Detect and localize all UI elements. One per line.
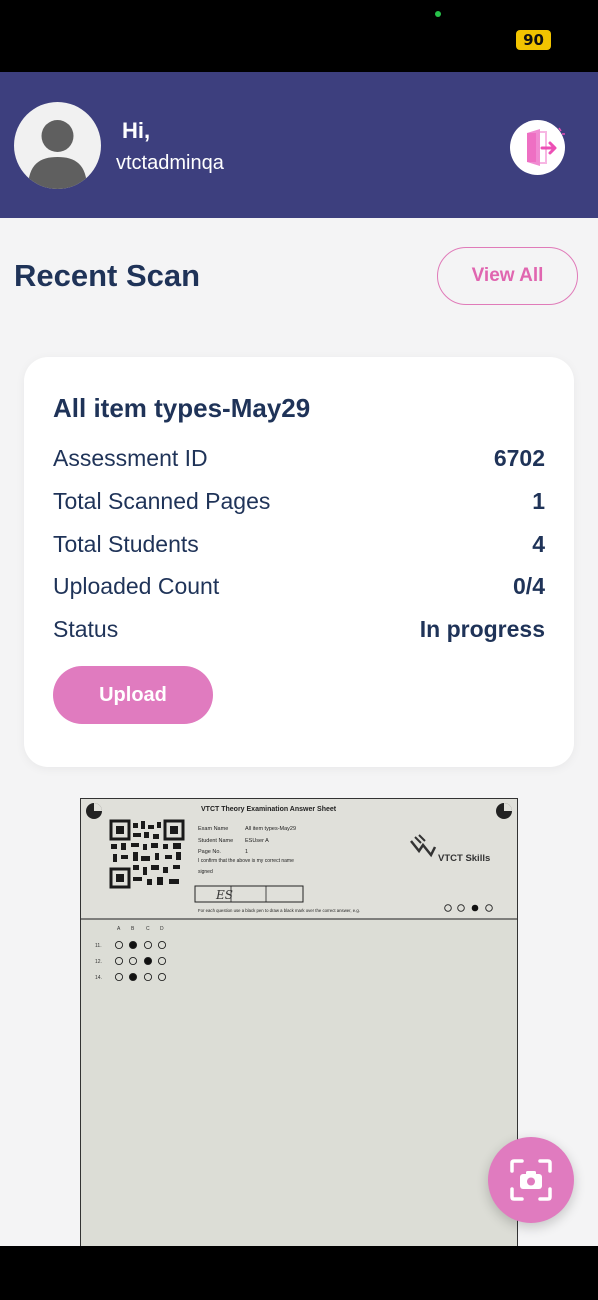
signature: ES (215, 888, 233, 902)
page-no-label: Page No. (198, 849, 221, 855)
app-header: Hi, vtctadminqa (0, 72, 598, 218)
answer-bubble-filled (128, 972, 138, 982)
student-name-label: Student Name (198, 838, 233, 844)
greeting-text: Hi, (122, 118, 151, 143)
qr-code (109, 819, 185, 889)
row-label: Status (53, 616, 119, 642)
row-value: 0/4 (513, 573, 545, 599)
username-text: vtctadminqa (116, 152, 224, 174)
exam-name-value: All item types-May29 (245, 826, 296, 832)
main-content: Recent Scan View All All item types-May2… (0, 218, 598, 1246)
camera-indicator-dot (435, 11, 441, 17)
row-label: Uploaded Count (53, 573, 220, 599)
question-number: 11. (95, 943, 102, 949)
system-navigation-bar (0, 1246, 598, 1300)
row-value: 1 (532, 488, 545, 514)
exam-name-label: Exam Name (198, 826, 228, 832)
option-letter: D (160, 926, 164, 932)
row-assessment-id: Assessment ID 6702 (53, 445, 545, 475)
assessment-title: All item types-May29 (53, 393, 311, 423)
row-value: 6702 (493, 445, 545, 471)
row-value: In progress (419, 616, 545, 642)
confirm-text: I confirm that the above is my correct n… (198, 858, 294, 864)
question-number: 12. (95, 959, 102, 965)
sheet-heading: VTCT Theory Examination Answer Sheet (201, 806, 337, 813)
row-total-students: Total Students 4 (53, 531, 545, 561)
upload-button[interactable]: Upload (53, 666, 213, 724)
status-bar: 90 (0, 0, 598, 72)
option-letter: C (146, 926, 150, 932)
page-no-value: 1 (245, 849, 248, 855)
student-name-value: ESUser A (245, 838, 269, 844)
scanned-answer-sheet-image[interactable]: VTCT Theory Examination Answer Sheet Exa… (80, 798, 518, 1246)
scan-camera-button[interactable] (488, 1137, 574, 1223)
row-label: Total Scanned Pages (53, 488, 271, 514)
question-number: 14. (95, 975, 102, 981)
signed-label: signed (198, 869, 213, 875)
row-status: Status In progress (53, 616, 545, 646)
view-all-button[interactable]: View All (437, 247, 578, 305)
row-value: 4 (532, 531, 545, 557)
camera-scan-icon (510, 1159, 552, 1201)
row-label: Total Students (53, 531, 199, 557)
answer-bubble-filled (128, 940, 138, 950)
scan-summary-card[interactable]: All item types-May29 Assessment ID 6702 … (24, 357, 574, 767)
answer-bubble-filled (143, 956, 153, 966)
battery-indicator: 90 (516, 30, 551, 50)
row-total-scanned-pages: Total Scanned Pages 1 (53, 488, 545, 518)
row-label: Assessment ID (53, 445, 208, 471)
instruction-text: For each question use a black pen to dra… (198, 908, 360, 913)
logout-button[interactable] (510, 120, 565, 175)
brand-text: VTCT Skills (438, 853, 490, 864)
logout-icon (527, 127, 565, 166)
user-avatar-icon[interactable] (14, 102, 101, 189)
section-title: Recent Scan (14, 258, 201, 293)
row-uploaded-count: Uploaded Count 0/4 (53, 573, 545, 603)
